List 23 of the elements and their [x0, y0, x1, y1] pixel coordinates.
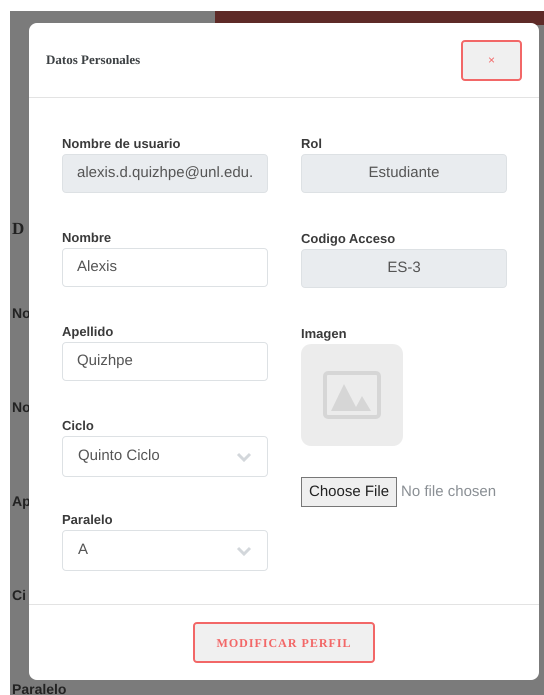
field-label: Nombre de usuario — [62, 135, 182, 153]
input-field[interactable]: Estudiante — [301, 154, 507, 193]
dropdown-field[interactable]: Quinto Ciclo — [62, 436, 268, 477]
field-label: Ci — [12, 586, 26, 605]
field-label: Imagen — [301, 325, 348, 343]
field-label: Paralelo — [12, 680, 66, 695]
dropdown-field[interactable]: A — [62, 530, 268, 571]
field-label: Apellido — [62, 323, 114, 341]
field-label: Nombre — [62, 229, 112, 247]
choose-file-button[interactable]: Choose File — [301, 477, 398, 507]
section-heading: D — [12, 218, 24, 240]
dialog-title: Datos Personales — [46, 51, 140, 70]
field-label: Rol — [301, 135, 323, 153]
input-field[interactable]: Quizhpe — [62, 342, 268, 381]
file-status: No file chosen — [401, 482, 496, 502]
field-label: Paralelo — [62, 511, 114, 529]
chevron-down-icon — [236, 452, 252, 462]
input-field[interactable]: Alexis — [62, 248, 268, 287]
field-label: Ciclo — [62, 417, 95, 435]
chevron-down-icon — [236, 546, 252, 556]
input-field[interactable]: ES-3 — [301, 249, 507, 288]
input-field[interactable]: alexis.d.quizhpe@unl.edu. — [62, 154, 268, 193]
field-label: Codigo Acceso — [301, 230, 396, 248]
